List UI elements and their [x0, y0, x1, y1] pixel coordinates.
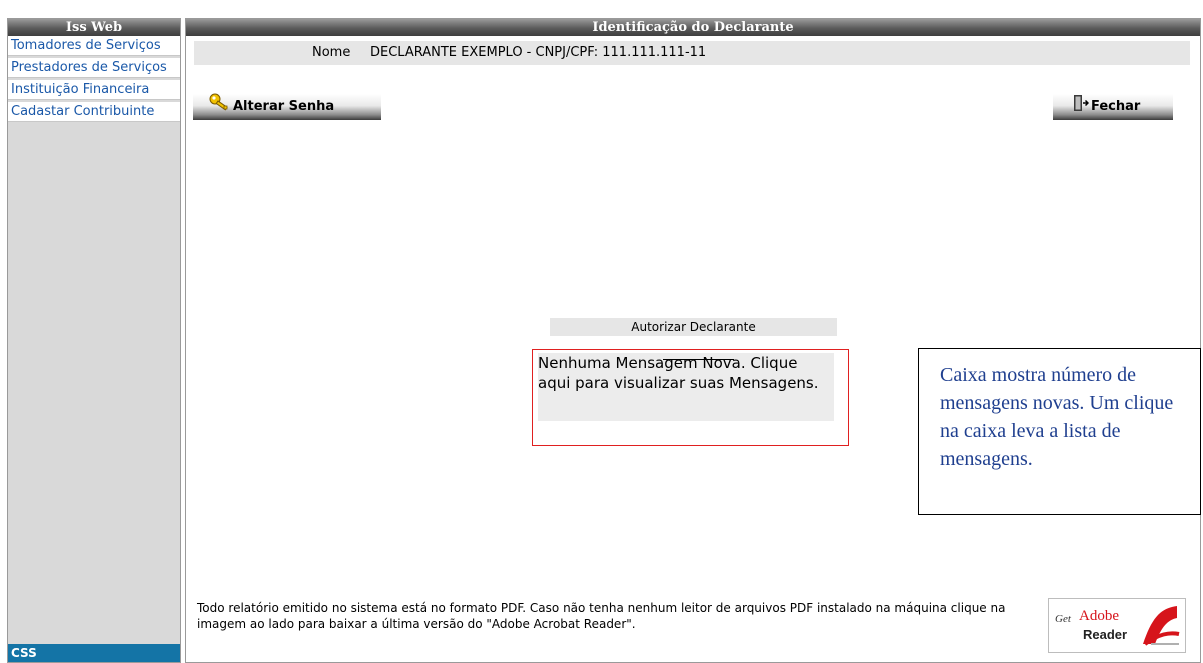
autorizar-declarante-link[interactable]: Autorizar Declarante — [550, 318, 837, 336]
sidebar-item-prestadores-de-servicos[interactable]: Prestadores de Serviços — [8, 58, 180, 78]
adobe-reader-logo-icon — [1139, 604, 1181, 652]
declarante-name-row: Nome DECLARANTE EXEMPLO - CNPJ/CPF: 111.… — [194, 41, 1190, 65]
sidebar-item-tomadores-de-servicos[interactable]: Tomadores de Serviços — [8, 36, 180, 56]
adobe-badge-brand: Adobe — [1079, 608, 1119, 624]
sidebar-item-instituicao-financeira[interactable]: Instituição Financeira — [8, 80, 180, 100]
adobe-badge-product: Reader — [1083, 627, 1128, 642]
sidebar-title: Iss Web — [8, 19, 180, 36]
new-messages-box[interactable]: Nenhuma Mensagem Nova. Clique aqui para … — [532, 349, 849, 446]
adobe-badge-get: Get — [1055, 613, 1071, 625]
alterar-senha-button[interactable]: Alterar Senha — [193, 93, 381, 122]
sidebar-item-cadastrar-contribuinte[interactable]: Cadastar Contribuinte — [8, 102, 180, 122]
nome-label: Nome — [312, 45, 351, 60]
door-exit-icon — [1073, 94, 1091, 121]
annotation-callout: Caixa mostra número de mensagens novas. … — [918, 348, 1201, 515]
sidebar: Iss Web Tomadores de Serviços Prestadore… — [7, 18, 181, 663]
nome-value: DECLARANTE EXEMPLO - CNPJ/CPF: 111.111.1… — [370, 45, 707, 60]
pdf-info-text: Todo relatório emitido no sistema está n… — [197, 601, 1006, 631]
main-panel: Identificação do Declarante Nome DECLARA… — [185, 18, 1201, 663]
key-icon — [209, 93, 233, 122]
new-messages-text: Nenhuma Mensagem Nova. Clique aqui para … — [538, 353, 834, 421]
alterar-senha-label: Alterar Senha — [233, 99, 335, 114]
sidebar-menu: Tomadores de Serviços Prestadores de Ser… — [8, 36, 180, 122]
callout-connector-line — [663, 359, 734, 360]
sidebar-footer-label: CSS — [8, 644, 180, 662]
fechar-label: Fechar — [1091, 99, 1141, 114]
fechar-button[interactable]: Fechar — [1053, 94, 1173, 120]
page-title: Identificação do Declarante — [186, 19, 1200, 36]
get-adobe-reader-button[interactable]: Get Adobe Reader — [1048, 598, 1186, 653]
